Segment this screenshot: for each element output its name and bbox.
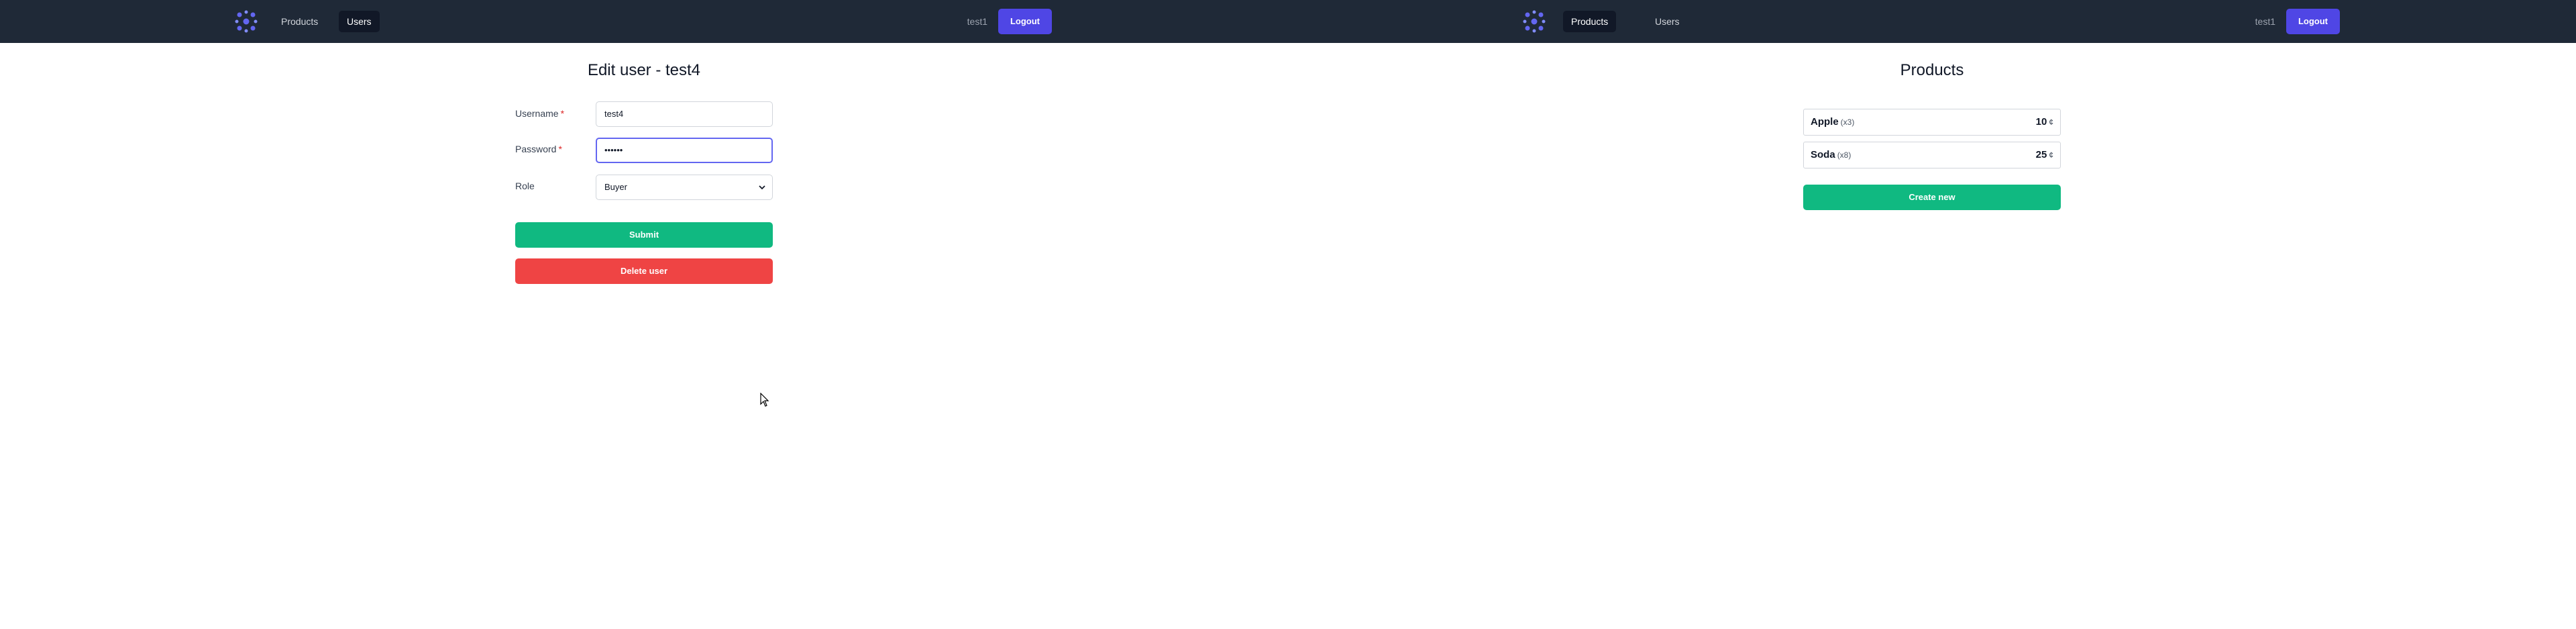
username-label: Username * [515,108,565,119]
product-row[interactable]: Soda (x8) 25 ¢ [1803,142,2061,168]
nav-users-link[interactable]: Users [339,11,380,32]
password-label: Password * [515,144,562,154]
page-title: Products [1900,61,1964,79]
nav-username: test1 [967,16,987,27]
product-name: Soda [1811,149,1835,160]
role-select[interactable]: Buyer [596,175,773,200]
submit-button[interactable]: Submit [515,222,773,248]
nav-products-link[interactable]: Products [273,11,326,32]
product-price: 25 ¢ [2035,149,2053,160]
chevron-down-icon [759,185,765,190]
logout-button[interactable]: Logout [998,9,1052,34]
password-input[interactable]: •••••• [596,138,773,163]
currency-symbol: ¢ [2049,150,2053,160]
product-quantity: (x8) [1837,150,1851,160]
logout-button[interactable]: Logout [2286,9,2340,34]
nav-users-link[interactable]: Users [1647,11,1688,32]
product-row[interactable]: Apple (x3) 10 ¢ [1803,109,2061,136]
left-window: Products Users test1 Logout Edit user - … [0,0,1288,629]
username-input[interactable]: test4 [596,101,773,127]
product-name: Apple [1811,116,1839,128]
navbar: Products Users test1 Logout [0,0,1288,43]
role-select-value: Buyer [604,182,627,192]
logo-icon[interactable] [1522,9,1546,34]
nav-products-link[interactable]: Products [1563,11,1617,32]
create-new-button[interactable]: Create new [1803,185,2061,210]
role-label: Role [515,181,535,191]
product-quantity: (x3) [1840,117,1855,127]
mouse-cursor-icon [760,393,769,407]
logo-icon[interactable] [234,9,258,34]
currency-symbol: ¢ [2049,117,2053,127]
right-window: Products Users test1 Logout [1288,0,2576,629]
product-price: 10 ¢ [2035,116,2053,128]
delete-user-button[interactable]: Delete user [515,258,773,284]
navbar: Products Users test1 Logout [1288,0,2576,43]
nav-username: test1 [2255,16,2275,27]
page-title: Edit user - test4 [587,61,701,79]
